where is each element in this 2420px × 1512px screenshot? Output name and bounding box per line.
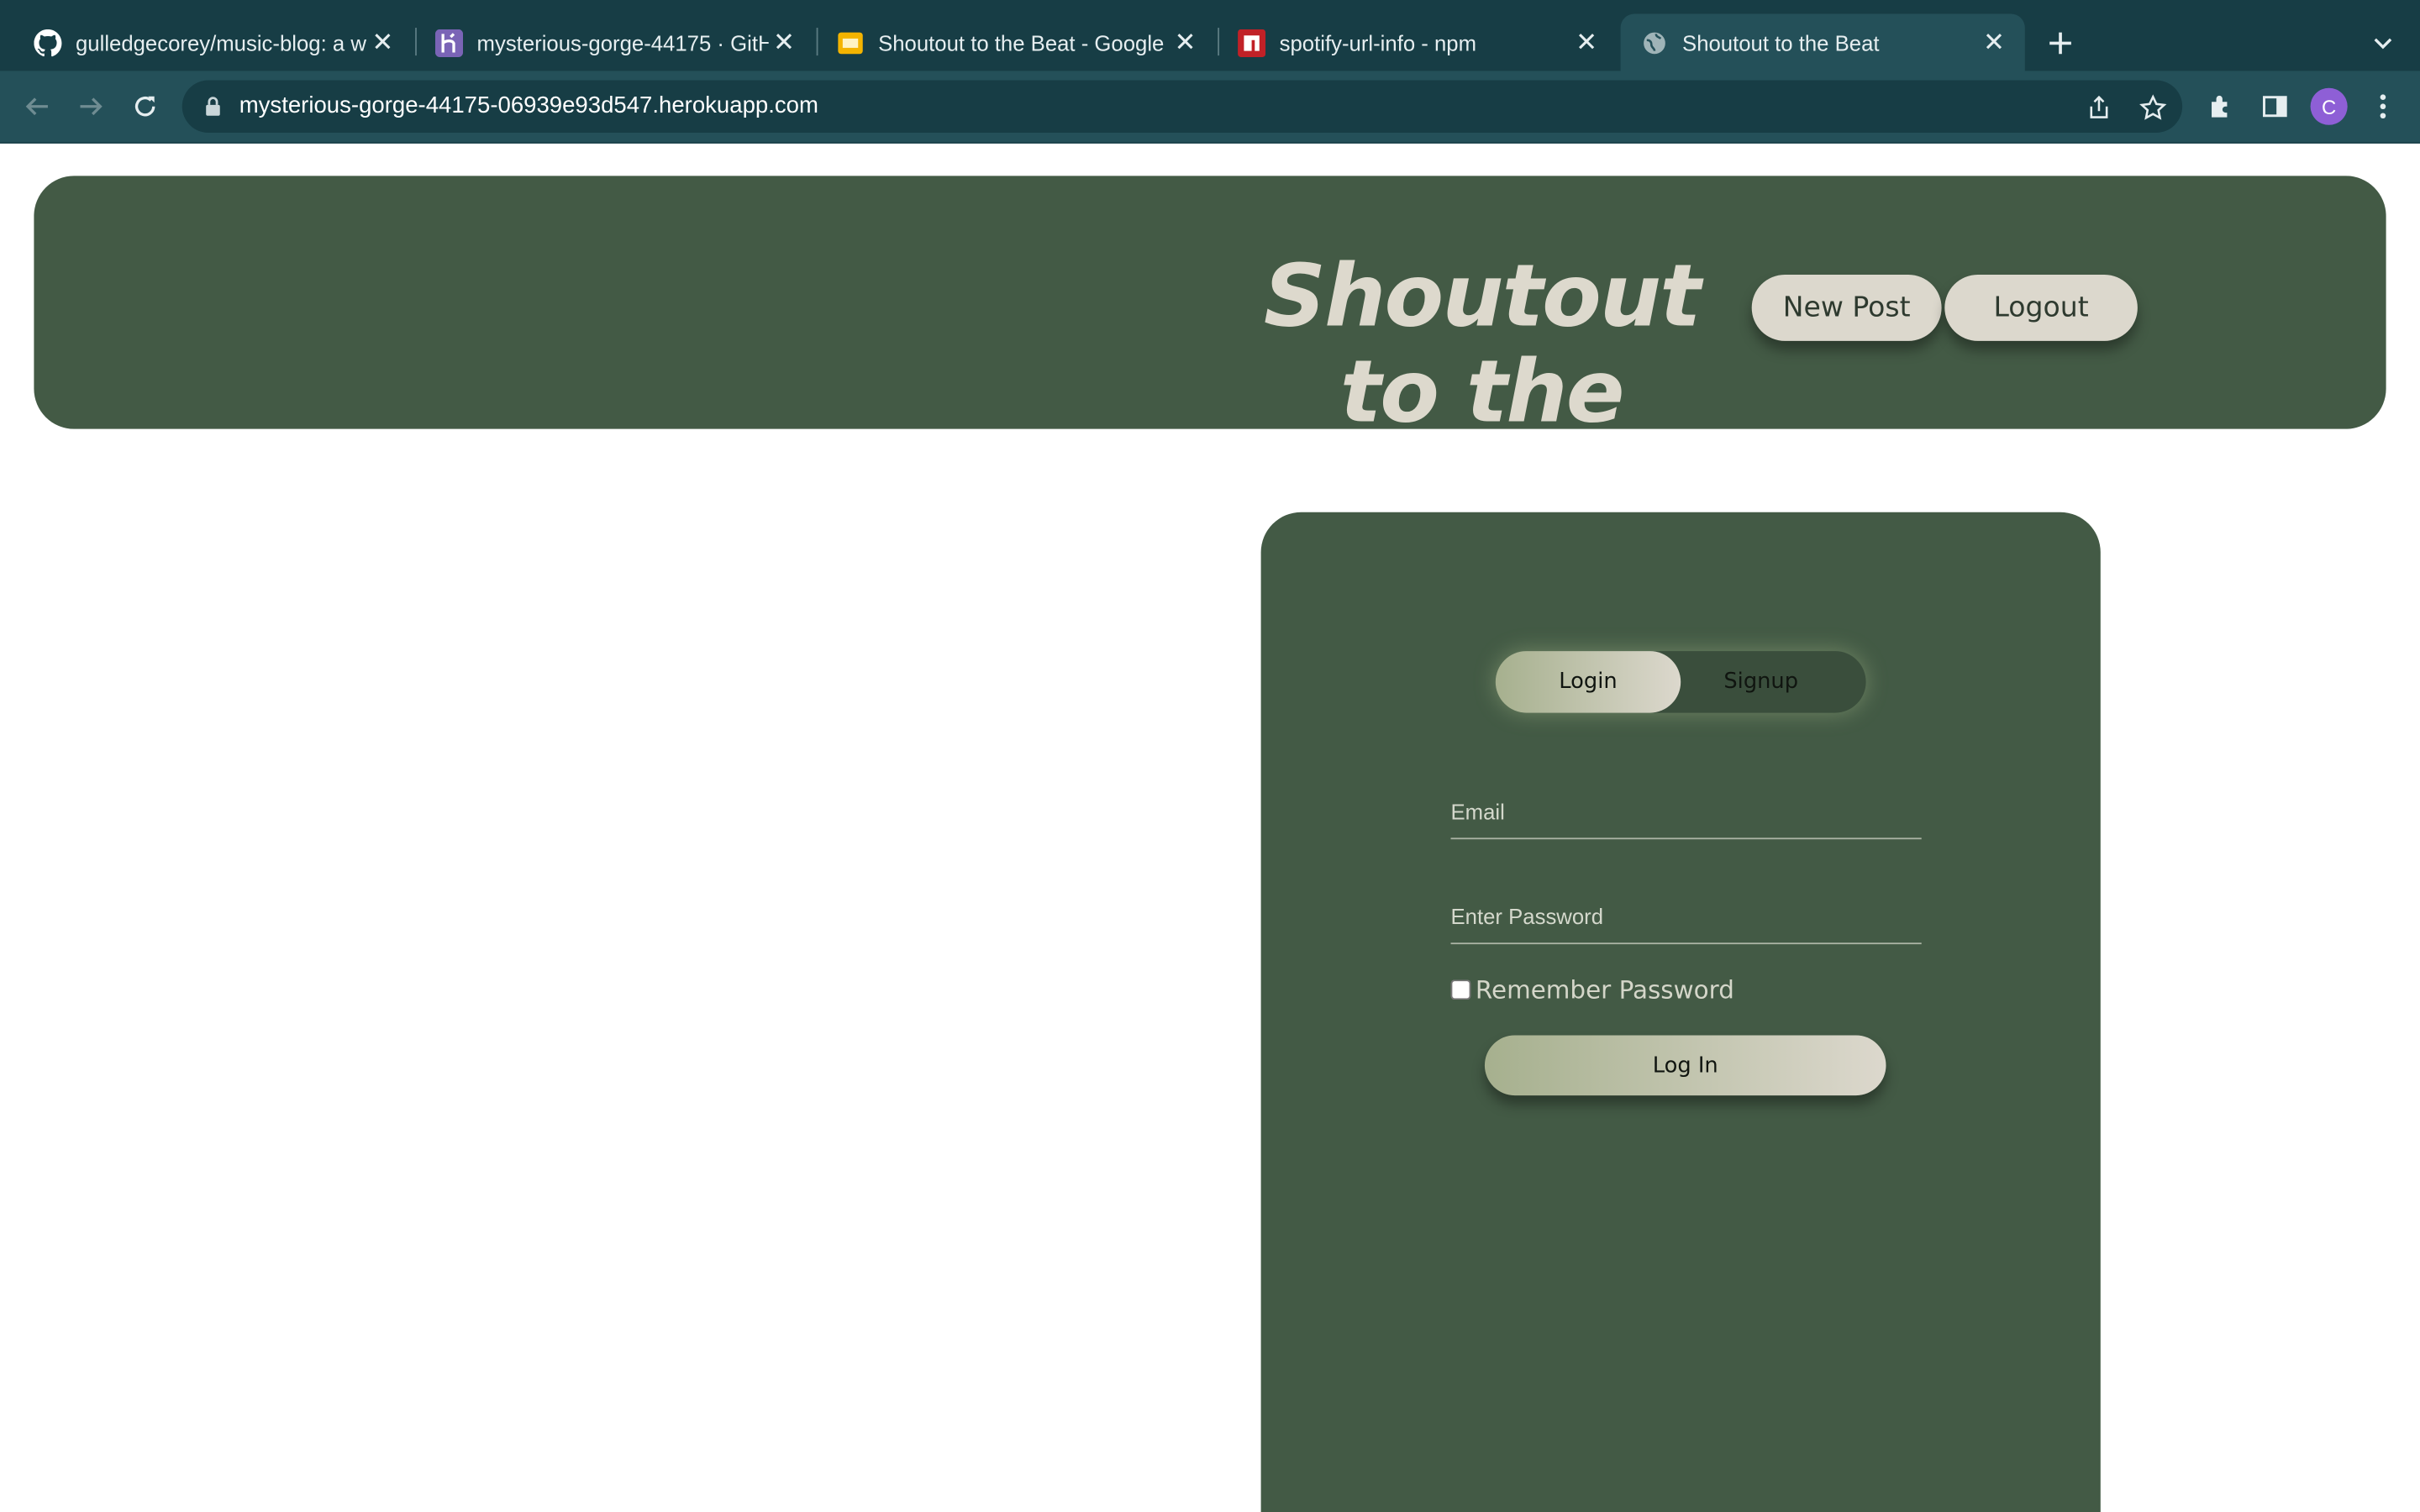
github-icon [34, 28, 62, 56]
browser-window: gulledgecorey/music-blog: a w ✕ mysterio… [0, 0, 2420, 1512]
login-signup-toggle: Signup Login [1495, 651, 1866, 713]
logout-button[interactable]: Logout [1944, 274, 2138, 341]
back-arrow-icon[interactable] [17, 87, 57, 127]
extensions-puzzle-icon[interactable] [2202, 88, 2239, 125]
tab-github[interactable]: gulledgecorey/music-blog: a w ✕ [0, 14, 413, 71]
tab-title: gulledgecorey/music-blog: a w [76, 29, 366, 55]
close-tab-icon[interactable]: ✕ [1571, 27, 1602, 58]
share-icon[interactable] [2084, 92, 2115, 123]
slides-icon [837, 29, 865, 56]
url-text: mysterious-gorge-44175-06939e93d547.hero… [239, 92, 818, 119]
tab-title: mysterious-gorge-44175 · GitH [476, 29, 769, 55]
chevron-down-icon[interactable] [2365, 24, 2402, 61]
login-tab[interactable]: Login [1495, 651, 1681, 713]
tab-shoutout-active[interactable]: Shoutout to the Beat ✕ [1620, 13, 2025, 71]
tab-npm[interactable]: spotify-url-info - npm ✕ [1204, 14, 1618, 71]
signup-tab[interactable]: Signup [1669, 651, 1854, 712]
side-panel-icon[interactable] [2256, 88, 2293, 125]
site-header: Shoutout to the Beat New Post Logout [34, 176, 2386, 429]
forward-arrow-icon[interactable] [71, 87, 111, 127]
reload-icon[interactable] [125, 87, 166, 127]
npm-icon [1238, 28, 1266, 57]
lock-icon[interactable] [201, 94, 225, 118]
close-tab-icon[interactable]: ✕ [1170, 27, 1201, 58]
browser-toolbar: mysterious-gorge-44175-06939e93d547.hero… [0, 71, 2420, 144]
tab-google-slides[interactable]: Shoutout to the Beat - Google S ✕ [802, 14, 1216, 71]
close-tab-icon[interactable]: ✕ [367, 27, 398, 58]
close-tab-icon[interactable]: ✕ [769, 27, 800, 58]
remember-password-row[interactable]: Remember Password [1450, 974, 1734, 1005]
tab-title: Shoutout to the Beat - Google S [878, 29, 1171, 55]
remember-password-checkbox[interactable] [1450, 979, 1471, 1000]
bookmark-star-icon[interactable] [2138, 92, 2169, 123]
new-tab-icon[interactable] [2040, 24, 2081, 64]
password-field[interactable] [1450, 888, 1922, 945]
site-title: Shoutout to the Beat [1263, 246, 1702, 429]
auth-card: Signup Login Remember Password Log In [1260, 512, 2101, 1512]
tab-strip: gulledgecorey/music-blog: a w ✕ mysterio… [0, 0, 2420, 71]
kebab-menu-icon[interactable] [2365, 88, 2402, 125]
tab-title: Shoutout to the Beat [1682, 29, 1880, 55]
remember-password-label: Remember Password [1475, 974, 1734, 1005]
tab-heroku[interactable]: mysterious-gorge-44175 · GitH ✕ [402, 14, 815, 71]
log-in-button[interactable]: Log In [1484, 1035, 1886, 1096]
close-tab-icon[interactable]: ✕ [1979, 27, 2010, 58]
heroku-icon [434, 28, 464, 57]
globe-icon [1640, 29, 1668, 56]
new-post-button[interactable]: New Post [1751, 274, 1942, 341]
tab-title: spotify-url-info - npm [1279, 29, 1477, 55]
address-bar[interactable]: mysterious-gorge-44175-06939e93d547.hero… [182, 80, 2183, 133]
email-field[interactable] [1450, 784, 1922, 840]
profile-avatar[interactable]: C [2310, 87, 2348, 125]
